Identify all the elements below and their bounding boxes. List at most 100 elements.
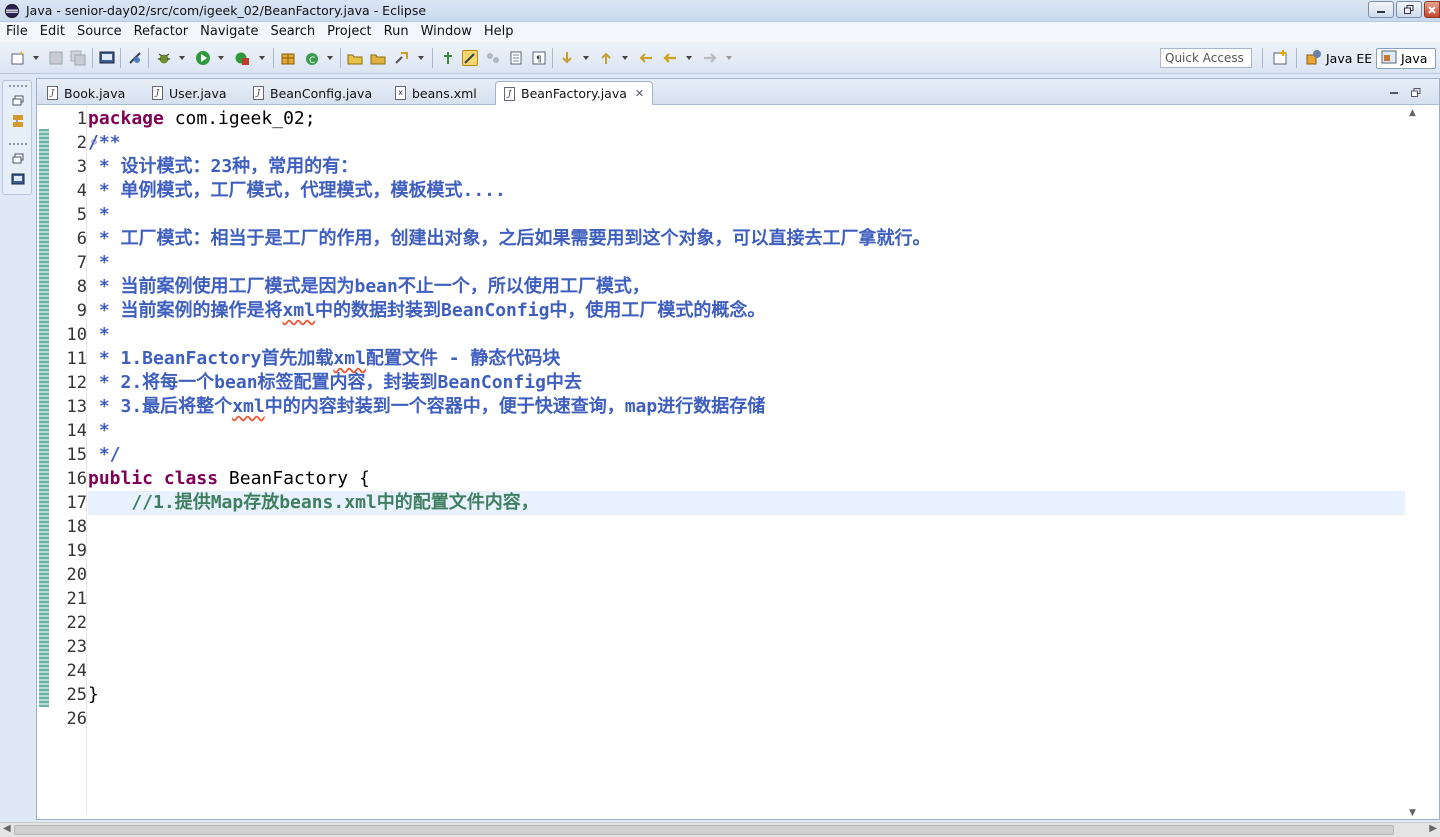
line-number: 6 xyxy=(76,229,87,249)
previous-annotation-dropdown-icon[interactable] xyxy=(622,56,628,60)
scroll-down-icon[interactable]: ▼ xyxy=(1409,808,1416,818)
menu-edit[interactable]: Edit xyxy=(34,22,71,42)
scroll-right-icon[interactable]: ▶ xyxy=(1429,823,1437,834)
new-class-dropdown-icon[interactable] xyxy=(327,56,333,60)
save-icon[interactable] xyxy=(48,50,64,66)
toggle-breadcrumb-icon[interactable] xyxy=(485,50,501,66)
menu-help[interactable]: Help xyxy=(478,22,520,42)
java-file-icon: J xyxy=(504,86,515,101)
perspective-java[interactable]: Java xyxy=(1376,48,1436,69)
editor-panel: J Book.java J User.java J BeanConfig.jav… xyxy=(36,78,1440,820)
horizontal-scrollbar[interactable]: ◀ ▶ xyxy=(0,822,1440,837)
open-perspective-icon[interactable] xyxy=(1272,50,1288,66)
code-line-6: * 工厂模式：相当于是工厂的作用，创建出对象，之后如果需要用到这个对象，可以直接… xyxy=(88,228,931,249)
perspective-java-ee[interactable]: Java EE xyxy=(1302,48,1376,69)
horizontal-scroll-thumb[interactable] xyxy=(14,825,1394,835)
tab-beans-xml[interactable]: x beans.xml xyxy=(387,81,485,105)
java-file-icon: J xyxy=(47,86,58,100)
tab-user-java[interactable]: J User.java xyxy=(144,81,235,105)
scroll-left-icon[interactable]: ◀ xyxy=(3,823,11,834)
new-java-class-icon[interactable]: C xyxy=(304,50,320,66)
show-whitespace-icon[interactable]: ¶ xyxy=(531,50,547,66)
new-java-package-icon[interactable] xyxy=(280,50,296,66)
minimize-button[interactable] xyxy=(1368,1,1394,18)
quick-access-input[interactable]: Quick Access xyxy=(1160,48,1252,68)
menu-refactor[interactable]: Refactor xyxy=(128,22,195,42)
line-number: 4 xyxy=(76,181,87,201)
code-line-16: public class BeanFactory { xyxy=(88,468,370,489)
close-button[interactable] xyxy=(1424,1,1440,18)
title-bar: Java - senior-day02/src/com/igeek_02/Bea… xyxy=(0,0,1440,22)
annotation-icon[interactable] xyxy=(440,50,456,66)
debug-icon[interactable] xyxy=(156,50,172,66)
java-perspective-icon xyxy=(1381,49,1397,68)
new-icon[interactable] xyxy=(10,50,26,66)
restore-icon-2[interactable] xyxy=(10,151,26,167)
open-type-icon[interactable] xyxy=(347,50,363,66)
run-dropdown-icon[interactable] xyxy=(218,56,224,60)
menu-project[interactable]: Project xyxy=(321,22,377,42)
restore-icon[interactable] xyxy=(10,93,26,109)
code-line-8: * 当前案例使用工厂模式是因为bean不止一个，所以使用工厂模式， xyxy=(88,276,650,297)
code-text[interactable]: package com.igeek_02; /** * 设计模式：23种，常用的… xyxy=(88,107,1405,731)
run-icon[interactable] xyxy=(195,50,211,66)
console-icon[interactable] xyxy=(99,50,115,66)
next-annotation-icon[interactable] xyxy=(559,50,575,66)
eclipse-app-icon[interactable] xyxy=(4,3,20,19)
outline-icon[interactable] xyxy=(10,171,26,187)
menu-navigate[interactable]: Navigate xyxy=(194,22,264,42)
search-dropdown-icon[interactable] xyxy=(418,56,424,60)
scroll-up-icon[interactable]: ▲ xyxy=(1409,108,1416,118)
menu-run[interactable]: Run xyxy=(378,22,415,42)
perspective-java-label: Java xyxy=(1401,51,1428,66)
editor-tab-bar: J Book.java J User.java J BeanConfig.jav… xyxy=(37,79,1439,105)
back-icon[interactable] xyxy=(662,50,678,66)
tab-book-java[interactable]: J Book.java xyxy=(39,81,133,105)
forward-dropdown-icon[interactable] xyxy=(726,56,732,60)
next-annotation-dropdown-icon[interactable] xyxy=(583,56,589,60)
menu-search[interactable]: Search xyxy=(264,22,321,42)
menu-bar: File Edit Source Refactor Navigate Searc… xyxy=(0,22,1440,42)
svg-text:¶: ¶ xyxy=(536,55,542,65)
package-explorer-icon[interactable] xyxy=(10,113,26,129)
change-ruler xyxy=(39,129,49,707)
vertical-scrollbar[interactable]: ▲ ▼ xyxy=(1405,106,1439,820)
minimize-editor-icon[interactable] xyxy=(1389,86,1399,94)
tab-beanconfig-java[interactable]: J BeanConfig.java xyxy=(245,81,380,105)
line-number-ruler: 1 2 ⊖ 3 4 5 6 7 8 9 10 11 12 13 14 15 16 17 18 19 20 21 22 23 24… xyxy=(49,107,97,731)
menu-source[interactable]: Source xyxy=(71,22,128,42)
save-all-icon[interactable] xyxy=(70,50,86,66)
new-dropdown-icon[interactable] xyxy=(33,56,39,60)
code-line-12: * 2.将每一个bean标签配置内容，封装到BeanConfig中去 xyxy=(88,372,582,393)
external-tools-dropdown-icon[interactable] xyxy=(259,56,265,60)
block-selection-icon[interactable] xyxy=(508,50,524,66)
maximize-button[interactable] xyxy=(1396,1,1422,18)
tab-label: beans.xml xyxy=(412,85,477,101)
menu-window[interactable]: Window xyxy=(415,22,478,42)
line-number: 2 ⊖ xyxy=(76,133,97,153)
back-dropdown-icon[interactable] xyxy=(686,56,692,60)
menu-file[interactable]: File xyxy=(0,22,34,42)
code-line-14: * xyxy=(88,420,110,441)
search-icon[interactable] xyxy=(394,50,410,66)
last-edit-location-icon[interactable] xyxy=(638,50,654,66)
debug-dropdown-icon[interactable] xyxy=(179,56,185,60)
previous-annotation-icon[interactable] xyxy=(598,50,614,66)
skip-breakpoints-icon[interactable] xyxy=(127,50,143,66)
tab-beanfactory-java[interactable]: J BeanFactory.java ✕ xyxy=(495,81,654,105)
java-file-icon: J xyxy=(152,86,163,100)
line-number: 25 xyxy=(66,685,87,705)
open-task-icon[interactable] xyxy=(370,50,386,66)
maximize-editor-icon[interactable] xyxy=(1411,86,1421,97)
line-number: 12 xyxy=(66,373,87,393)
tab-close-icon[interactable]: ✕ xyxy=(635,87,644,100)
external-tools-icon[interactable] xyxy=(234,50,250,66)
forward-icon[interactable] xyxy=(702,50,718,66)
mark-occurrences-icon[interactable] xyxy=(462,50,478,66)
left-trim-stack xyxy=(2,80,32,195)
